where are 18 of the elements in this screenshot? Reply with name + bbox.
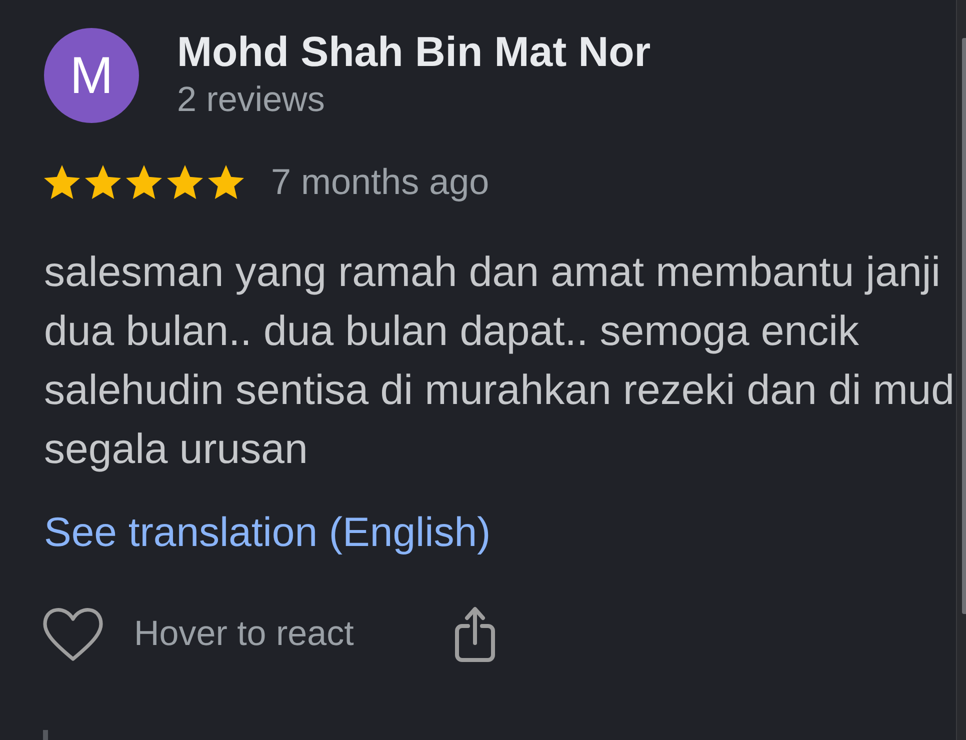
scrollbar-thumb[interactable] bbox=[962, 38, 966, 614]
partial-bar bbox=[43, 730, 48, 740]
star-icon bbox=[85, 165, 121, 199]
star-icon bbox=[208, 165, 244, 199]
star-icon bbox=[44, 165, 80, 199]
heart-icon bbox=[43, 607, 103, 661]
translation-link[interactable]: See translation (English) bbox=[44, 503, 491, 562]
review-text: salesman yang ramah dan amat membantu janji dua bulan.. dua bulan dapat.. semoga encik salehudin sentisa di murahkan rezeki dan di mud segala urusan bbox=[44, 247, 955, 474]
star-icon bbox=[167, 165, 203, 199]
review-time: 7 months ago bbox=[271, 160, 490, 204]
star-icon bbox=[126, 165, 162, 199]
share-button[interactable] bbox=[454, 606, 495, 662]
share-icon bbox=[454, 606, 495, 662]
react-hint: Hover to react bbox=[134, 613, 354, 655]
like-button[interactable] bbox=[43, 607, 103, 661]
avatar[interactable]: M bbox=[44, 28, 139, 123]
review-count: 2 reviews bbox=[177, 79, 325, 121]
reviewer-name[interactable]: Mohd Shah Bin Mat Nor bbox=[177, 28, 651, 76]
